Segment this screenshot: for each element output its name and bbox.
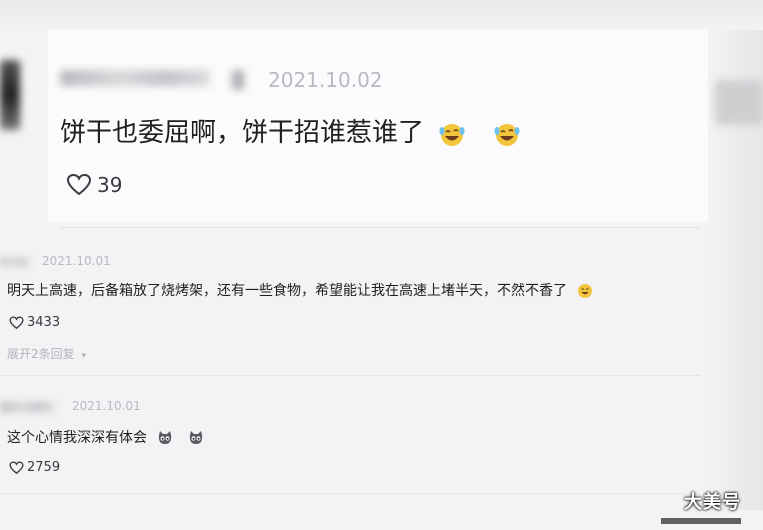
cat-face-icon — [159, 431, 172, 444]
heart-icon — [9, 316, 24, 329]
expand-replies-link[interactable]: 展开2条回复 ▾ — [7, 345, 86, 362]
grin-icon — [578, 284, 593, 298]
expand-replies-label: 展开2条回复 — [7, 347, 75, 361]
comment-text: 饼干也委屈啊，饼干招谁惹谁了 — [60, 112, 521, 149]
username-blurred[interactable] — [0, 258, 30, 266]
like-count: 3433 — [27, 315, 61, 330]
comment-text: 明天上高速，后备箱放了烧烤架，还有一些食物，希望能让我在高速上堵半天，不然不香了 — [7, 280, 593, 300]
laugh-cry-icon — [494, 123, 520, 146]
comment-date: 2021.10.02 — [268, 68, 383, 92]
like-button[interactable]: 2759 — [9, 460, 60, 475]
watermark: 大美号 — [684, 492, 741, 513]
username-blurred[interactable] — [60, 70, 210, 86]
heart-icon — [66, 173, 92, 196]
heart-icon — [9, 461, 24, 474]
divider — [0, 493, 700, 494]
comment-date: 2021.10.01 — [72, 399, 141, 413]
like-count: 39 — [97, 173, 123, 197]
comment-text: 这个心情我深深有体会 — [7, 427, 204, 447]
divider — [0, 375, 700, 376]
comment-date: 2021.10.01 — [42, 254, 111, 268]
comment-body: 这个心情我深深有体会 — [7, 430, 147, 446]
watermark-underline — [661, 518, 741, 524]
laugh-cry-icon — [439, 123, 465, 146]
divider — [60, 227, 700, 228]
like-count: 2759 — [27, 460, 61, 475]
comment-body: 饼干也委屈啊，饼干招谁惹谁了 — [60, 118, 425, 148]
blurred-content — [715, 80, 763, 125]
comment-body: 明天上高速，后备箱放了烧烤架，还有一些食物，希望能让我在高速上堵半天，不然不香了 — [7, 283, 567, 299]
user-badge — [232, 70, 244, 90]
avatar[interactable] — [0, 60, 20, 130]
username-blurred[interactable] — [0, 402, 55, 412]
like-button[interactable]: 39 — [66, 173, 122, 197]
cat-face-icon — [189, 431, 203, 444]
chevron-down-icon: ▾ — [81, 351, 86, 361]
top-frame — [0, 0, 763, 30]
like-button[interactable]: 3433 — [9, 315, 60, 330]
